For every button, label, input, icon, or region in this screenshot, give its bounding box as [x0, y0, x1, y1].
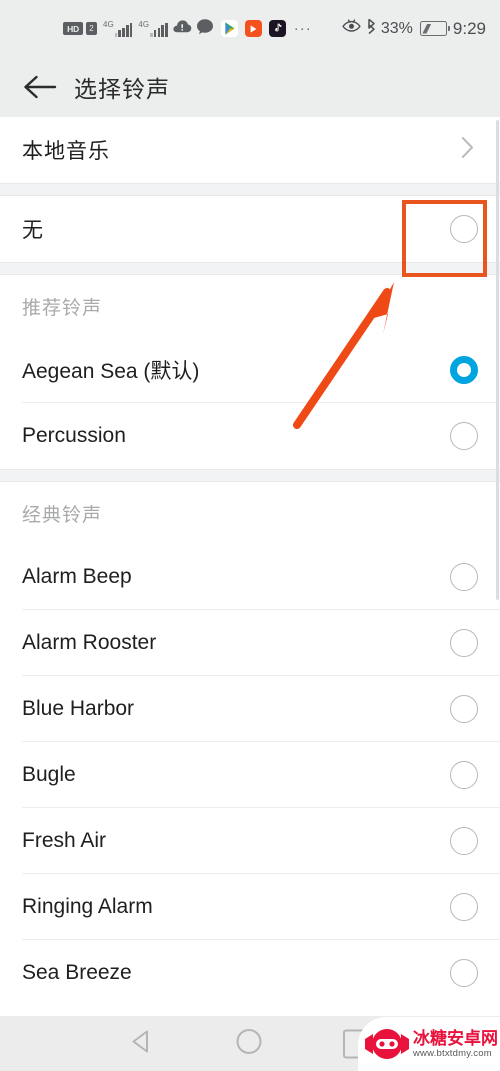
ringtone-list[interactable]: 本地音乐 无 推荐铃声 Aegean Sea (默认) Percussion 经…: [0, 117, 500, 1016]
list-item-sea-breeze[interactable]: Sea Breeze: [0, 940, 500, 1006]
status-bar-left-icons: HD 2 4G 4G ···: [63, 0, 312, 57]
watermark-url: www.btxtdmy.com: [413, 1047, 492, 1059]
battery-percent-label: 33%: [380, 19, 413, 37]
section-divider: [0, 183, 500, 196]
list-item-label: Aegean Sea (默认): [22, 360, 200, 383]
chat-bubble-icon: [196, 18, 214, 40]
radio-button-aegean-sea-selected[interactable]: [450, 356, 478, 384]
site-watermark: 冰糖安卓网 www.btxtdmy.com: [358, 1017, 500, 1071]
signal-4g-1-icon: 4G: [103, 20, 133, 37]
page-title: 选择铃声: [74, 76, 170, 102]
section-divider: [0, 469, 500, 482]
section-header-recommended: 推荐铃声: [0, 275, 500, 337]
section-header-classic: 经典铃声: [0, 482, 500, 544]
nav-home-icon[interactable]: [235, 1027, 263, 1060]
list-item-fresh-air[interactable]: Fresh Air: [0, 808, 500, 874]
list-item-label: 无: [22, 219, 44, 242]
clock-label: 9:29: [452, 18, 486, 38]
list-item-alarm-beep[interactable]: Alarm Beep: [0, 544, 500, 610]
hd-icon: HD: [63, 22, 83, 35]
nav-back-icon[interactable]: [128, 1027, 156, 1060]
list-item-none[interactable]: 无: [0, 196, 500, 262]
battery-charging-icon: [419, 21, 450, 36]
bluetooth-icon: [365, 18, 377, 40]
list-item-blue-harbor[interactable]: Blue Harbor: [0, 676, 500, 742]
section-header-label: 推荐铃声: [22, 297, 103, 319]
status-bar-right-icons: 33% 9:29: [342, 0, 486, 57]
status-bar: HD 2 4G 4G ··· 33% 9:29: [0, 0, 500, 57]
radio-button-ringing-alarm[interactable]: [450, 893, 478, 921]
section-header-label: 经典铃声: [22, 504, 103, 526]
radio-button-bugle[interactable]: [450, 761, 478, 789]
chevron-right-icon: [461, 137, 474, 164]
sim2-icon: 2: [86, 22, 97, 35]
list-item-alarm-rooster[interactable]: Alarm Rooster: [0, 610, 500, 676]
title-bar: 选择铃声: [0, 57, 500, 117]
list-item-label: Ringing Alarm: [22, 895, 153, 918]
video-app-icon: [244, 20, 262, 37]
list-item-ringing-alarm[interactable]: Ringing Alarm: [0, 874, 500, 940]
list-item-percussion[interactable]: Percussion: [0, 403, 500, 469]
play-store-icon: [220, 20, 238, 37]
watermark-title: 冰糖安卓网: [413, 1028, 498, 1048]
list-item-bugle[interactable]: Bugle: [0, 742, 500, 808]
list-item-label: 本地音乐: [22, 140, 110, 163]
list-item-label: Alarm Rooster: [22, 631, 157, 654]
scrollbar-thumb[interactable]: [495, 120, 499, 600]
watermark-logo-icon: [364, 1028, 410, 1060]
list-item-local-music[interactable]: 本地音乐: [0, 117, 500, 183]
list-item-label: Blue Harbor: [22, 697, 135, 720]
list-item-label: Percussion: [22, 424, 126, 447]
list-item-label: Bugle: [22, 763, 76, 786]
overflow-dots-icon: ···: [293, 19, 312, 37]
radio-button-fresh-air[interactable]: [450, 827, 478, 855]
list-item-label: Fresh Air: [22, 829, 107, 852]
radio-button-sea-breeze[interactable]: [450, 959, 478, 987]
back-arrow-icon[interactable]: [16, 63, 64, 111]
list-item-label: Alarm Beep: [22, 565, 132, 588]
signal-4g-2-icon: 4G: [138, 20, 168, 37]
eye-comfort-icon: [342, 18, 361, 39]
radio-button-none[interactable]: [450, 215, 478, 243]
tiktok-icon: [268, 20, 286, 37]
radio-button-blue-harbor[interactable]: [450, 695, 478, 723]
phone-screen: HD 2 4G 4G ··· 33% 9:29 选择铃声 本地音乐 无 推荐铃声…: [0, 0, 500, 1071]
section-divider: [0, 262, 500, 275]
list-item-label: Sea Breeze: [22, 961, 132, 984]
radio-button-percussion[interactable]: [450, 422, 478, 450]
radio-button-alarm-rooster[interactable]: [450, 629, 478, 657]
list-item-aegean-sea[interactable]: Aegean Sea (默认): [0, 337, 500, 403]
watermark-text: 冰糖安卓网 www.btxtdmy.com: [413, 1030, 498, 1059]
cloud-alert-icon: [172, 19, 192, 39]
radio-button-alarm-beep[interactable]: [450, 563, 478, 591]
